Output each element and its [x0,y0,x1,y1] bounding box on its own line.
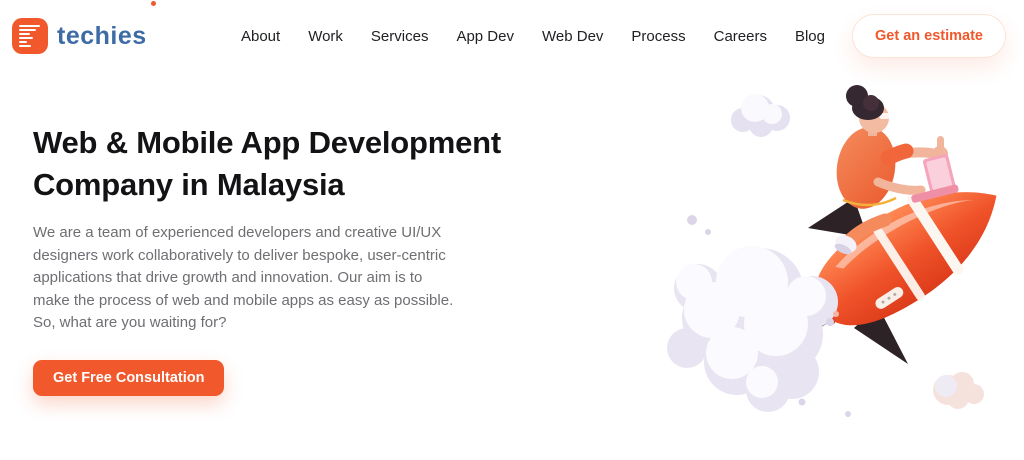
nav-item-work[interactable]: Work [308,28,343,45]
brand-logo[interactable]: techies [12,18,147,54]
desc-line: make the process of web and mobile apps … [33,290,593,313]
nav-item-careers[interactable]: Careers [714,28,767,45]
free-consultation-button[interactable]: Get Free Consultation [33,360,224,396]
desc-line: applications that drive growth and innov… [33,267,593,290]
nav-item-app-dev[interactable]: App Dev [456,28,514,45]
desc-line: So, what are you waiting for? [33,312,593,335]
desc-line: We are a team of experienced developers … [33,222,593,245]
cloud-icon [731,94,790,137]
nav-item-blog[interactable]: Blog [795,28,825,45]
title-line-1: Web & Mobile App Development [33,122,593,164]
nav-item-about[interactable]: About [241,28,280,45]
techies-logo-icon [12,18,48,54]
hero-section: Web & Mobile App Development Company in … [33,122,593,396]
page-title: Web & Mobile App Development Company in … [33,122,593,206]
main-nav: About Work Services App Dev Web Dev Proc… [241,28,825,45]
exhaust-cloud-icon [667,246,838,412]
get-estimate-button[interactable]: Get an estimate [852,14,1006,58]
brand-name: techies [57,24,147,49]
rocket-illustration-svg [640,70,1024,430]
logo-i-dot-accent [151,1,156,6]
hero-illustration [640,70,1024,430]
cloud-icon [933,372,984,409]
desc-line: designers work collaboratively to delive… [33,245,593,268]
hero-description: We are a team of experienced developers … [33,222,593,335]
thumbs-up-icon [937,136,944,150]
site-header: techies About Work Services App Dev Web … [0,0,1024,72]
nav-item-services[interactable]: Services [371,28,429,45]
nav-item-process[interactable]: Process [631,28,685,45]
nav-item-web-dev[interactable]: Web Dev [542,28,603,45]
title-line-2: Company in Malaysia [33,164,593,206]
landing-page: techies About Work Services App Dev Web … [0,0,1024,460]
